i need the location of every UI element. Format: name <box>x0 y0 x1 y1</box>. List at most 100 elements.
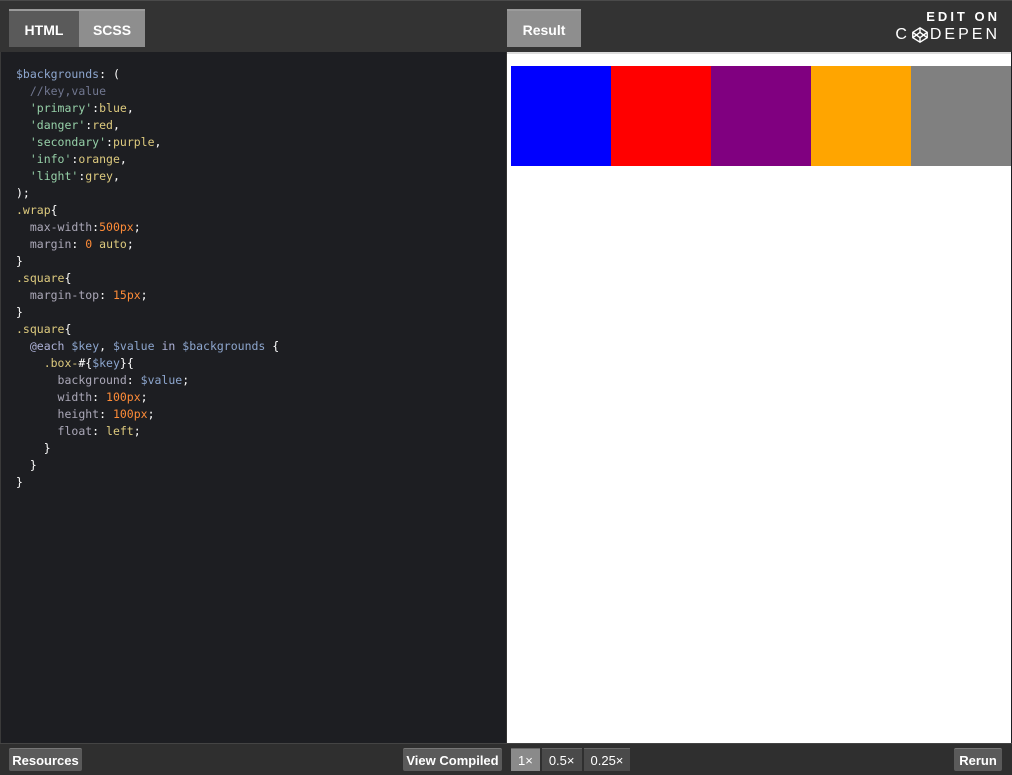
codepen-logo: C DEPEN <box>895 26 1000 44</box>
code-token: $key <box>92 356 120 370</box>
code-line: 'secondary':purple, <box>16 134 279 151</box>
code-token: } <box>16 305 23 319</box>
code-token: background <box>57 373 127 387</box>
code-token: ; <box>182 373 190 387</box>
code-token: 'danger' <box>29 118 86 132</box>
code-line: .wrap{ <box>16 202 279 219</box>
code-block[interactable]: $backgrounds: ( //key,value 'primary':bl… <box>16 66 279 491</box>
box-danger <box>611 66 711 166</box>
brand-letter-c: C <box>895 26 910 43</box>
code-token: in <box>161 339 176 353</box>
zoom-option[interactable]: 0.25× <box>583 748 631 771</box>
code-token: , <box>154 135 162 149</box>
code-token: : ( <box>99 67 120 81</box>
code-token: ; <box>147 407 155 421</box>
code-token: : <box>99 288 113 302</box>
code-token: } <box>16 475 23 489</box>
code-token: 100px <box>106 390 141 404</box>
code-token: #{ <box>78 356 93 370</box>
code-token: .square <box>16 271 65 285</box>
code-token: auto <box>99 237 127 251</box>
code-token: } <box>16 254 23 268</box>
code-token: : <box>71 237 86 251</box>
code-token: 'primary' <box>29 101 93 115</box>
code-line: width: 100px; <box>16 389 279 406</box>
code-token: ; <box>133 424 141 438</box>
code-line: .square{ <box>16 321 279 338</box>
code-token: left <box>106 424 134 438</box>
code-token: float <box>57 424 93 438</box>
footer-bar: Resources View Compiled 1× 0.5× 0.25× Reru… <box>0 743 1012 775</box>
box-info <box>811 66 911 166</box>
code-token: $backgrounds <box>16 67 100 81</box>
code-token: 15px <box>112 288 141 302</box>
code-token: ; <box>140 288 148 302</box>
code-line: } <box>16 457 279 474</box>
rerun-button[interactable]: Rerun <box>954 748 1002 771</box>
code-line: 'primary':blue, <box>16 100 279 117</box>
resources-button[interactable]: Resources <box>9 748 82 771</box>
code-token: { <box>50 203 58 217</box>
code-token: : <box>99 407 113 421</box>
code-token: { <box>265 339 280 353</box>
code-token: 'info' <box>29 152 72 166</box>
code-line: $backgrounds: ( <box>16 66 279 83</box>
code-token: margin-top <box>29 288 100 302</box>
code-token: grey <box>85 169 113 183</box>
code-line: } <box>16 474 279 491</box>
result-top-border <box>507 52 1011 54</box>
code-token: 'secondary' <box>29 135 107 149</box>
code-line: .box-#{$key}{ <box>16 355 279 372</box>
codepen-icon <box>911 27 928 43</box>
code-token: $value <box>140 373 183 387</box>
code-token: .wrap <box>16 203 51 217</box>
code-token: : <box>126 373 141 387</box>
tab-scss[interactable]: SCSS <box>79 9 145 47</box>
code-line: margin: 0 auto; <box>16 236 279 253</box>
code-token: , <box>126 101 134 115</box>
tab-html[interactable]: HTML <box>9 9 79 47</box>
zoom-controls: 1× 0.5× 0.25× <box>511 748 632 771</box>
zoom-option[interactable]: 0.5× <box>541 748 582 771</box>
code-token: @each <box>29 339 65 353</box>
code-token: , <box>112 169 120 183</box>
code-token: , <box>119 152 127 166</box>
result-pane <box>507 52 1011 743</box>
code-token: : <box>92 390 107 404</box>
code-line: height: 100px; <box>16 406 279 423</box>
zoom-option[interactable]: 1× <box>511 748 540 771</box>
code-line: @each $key, $value in $backgrounds { <box>16 338 279 355</box>
code-token: , <box>112 118 120 132</box>
code-token: { <box>64 322 72 336</box>
scss-editor[interactable]: $backgrounds: ( //key,value 'primary':bl… <box>0 52 506 743</box>
code-line: //key,value <box>16 83 279 100</box>
edit-on-codepen-link[interactable]: EDIT ON C DEPEN <box>895 9 1000 44</box>
code-line: .square{ <box>16 270 279 287</box>
code-token: height <box>57 407 100 421</box>
code-line: float: left; <box>16 423 279 440</box>
tab-result[interactable]: Result <box>507 9 581 47</box>
code-line: ); <box>16 185 279 202</box>
code-line: background: $value; <box>16 372 279 389</box>
view-compiled-button[interactable]: View Compiled <box>403 748 502 771</box>
code-token: , <box>99 339 113 353</box>
code-token: ; <box>140 390 148 404</box>
code-line: 'danger':red, <box>16 117 279 134</box>
code-token: red <box>92 118 113 132</box>
code-token: $key <box>71 339 100 353</box>
code-token: ); <box>16 186 30 200</box>
code-token: } <box>16 458 37 472</box>
code-token: orange <box>78 152 120 166</box>
code-token: .box- <box>43 356 79 370</box>
box-secondary <box>711 66 811 166</box>
